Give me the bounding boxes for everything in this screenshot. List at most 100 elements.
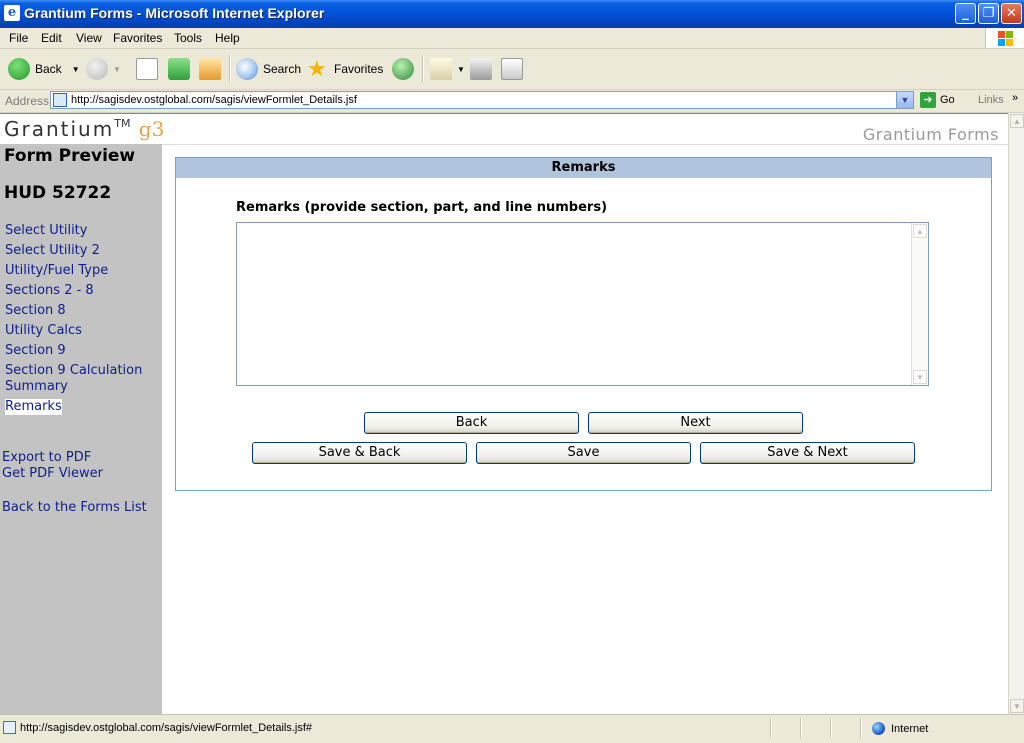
sidebar-item-section-9-summary[interactable]: Section 9 Calculation Summary [5, 363, 160, 395]
go-label: Go [940, 94, 955, 106]
scroll-down-icon[interactable]: ▼ [1010, 699, 1024, 713]
sidebar-item-select-utility-2[interactable]: Select Utility 2 [5, 243, 160, 259]
menu-edit[interactable]: Edit [41, 31, 62, 45]
favorites-button[interactable]: ★ Favorites [307, 57, 383, 81]
page-icon [53, 93, 67, 107]
menu-favorites[interactable]: Favorites [113, 31, 162, 45]
page-header: GrantiumTM g3 Grantium Forms [0, 114, 1008, 145]
save-back-button[interactable]: Save & Back [252, 442, 467, 464]
search-icon [236, 58, 258, 80]
scroll-up-icon[interactable]: ▲ [1010, 114, 1024, 128]
minimize-button[interactable]: _ [955, 3, 976, 24]
history-button[interactable] [392, 57, 419, 81]
logo-g3: g3 [138, 117, 165, 141]
back-to-forms-list-link[interactable]: Back to the Forms List [2, 500, 147, 515]
brand-title: Grantium Forms [862, 125, 999, 144]
status-divider [860, 718, 862, 738]
menu-view[interactable]: View [76, 31, 102, 45]
zone-label: Internet [891, 722, 929, 735]
logo-text: Grantium [4, 117, 115, 141]
scroll-up-icon[interactable]: ▲ [913, 224, 927, 238]
favorites-label: Favorites [334, 62, 384, 76]
forward-dropdown-icon[interactable]: ▼ [113, 65, 121, 74]
back-button[interactable]: Back ▼ [8, 57, 80, 81]
back-arrow-icon [8, 58, 30, 80]
search-label: Search [263, 62, 302, 76]
page-content: GrantiumTM g3 Grantium Forms Form Previe… [0, 113, 1008, 715]
mail-button[interactable]: ▼ [430, 57, 465, 81]
save-button[interactable]: Save [476, 442, 691, 464]
maximize-button[interactable]: ❐ [978, 3, 999, 24]
grantium-logo: GrantiumTM g3 [4, 117, 164, 141]
menu-bar: File Edit View Favorites Tools Help [0, 28, 1024, 49]
status-bar: http://sagisdev.ostglobal.com/sagis/view… [0, 714, 1024, 743]
stop-icon [136, 58, 158, 80]
toolbar-separator [229, 55, 231, 83]
sidebar-item-select-utility[interactable]: Select Utility [5, 223, 160, 239]
scroll-down-icon[interactable]: ▼ [913, 370, 927, 384]
forward-button[interactable]: ▼ [86, 57, 121, 81]
toolbar-separator [422, 55, 424, 83]
close-button[interactable]: ✕ [1001, 3, 1022, 24]
menu-help[interactable]: Help [215, 31, 240, 45]
sidebar-title: Form Preview [4, 146, 136, 166]
textarea-scrollbar[interactable]: ▲ ▼ [911, 223, 928, 385]
print-icon [470, 58, 492, 80]
remarks-textarea[interactable]: ▲ ▼ [236, 222, 929, 386]
get-pdf-viewer-link[interactable]: Get PDF Viewer [2, 466, 103, 481]
links-bar[interactable]: Links [978, 94, 1004, 106]
next-button[interactable]: Next [588, 412, 803, 434]
status-divider [830, 718, 832, 738]
edit-page-icon [501, 58, 523, 80]
mail-icon [430, 58, 452, 80]
edit-button[interactable] [501, 57, 528, 81]
sidebar-item-section-9[interactable]: Section 9 [5, 343, 160, 359]
remarks-panel: Remarks Remarks (provide section, part, … [175, 157, 992, 491]
refresh-button[interactable] [168, 57, 195, 81]
window-title: Grantium Forms - Microsoft Internet Expl… [24, 5, 325, 21]
browser-toolbar: Back ▼ ▼ Search ★ Favorites ▼ [0, 49, 1024, 90]
print-button[interactable] [470, 57, 497, 81]
window-title-bar: e Grantium Forms - Microsoft Internet Ex… [0, 0, 1024, 28]
logo-tm: TM [114, 117, 131, 130]
remarks-field-label: Remarks (provide section, part, and line… [236, 200, 608, 215]
sidebar-item-utility-calcs[interactable]: Utility Calcs [5, 323, 160, 339]
sidebar-item-sections-2-8[interactable]: Sections 2 - 8 [5, 283, 160, 299]
history-icon [392, 58, 414, 80]
panel-header: Remarks [176, 158, 991, 178]
internet-globe-icon [872, 722, 885, 735]
address-bar: Address http://sagisdev.ostglobal.com/sa… [0, 90, 1024, 113]
ie-app-icon[interactable]: e [4, 5, 20, 21]
form-id: HUD 52722 [4, 183, 112, 203]
search-button[interactable]: Search [236, 57, 301, 81]
page-status-icon [3, 721, 16, 734]
favorites-star-icon: ★ [307, 56, 327, 81]
export-pdf-link[interactable]: Export to PDF [2, 450, 91, 465]
save-next-button[interactable]: Save & Next [700, 442, 915, 464]
home-icon [199, 58, 221, 80]
address-url: http://sagisdev.ostglobal.com/sagis/view… [71, 94, 357, 106]
sidebar-item-section-8[interactable]: Section 8 [5, 303, 160, 319]
back-form-button[interactable]: Back [364, 412, 579, 434]
go-button[interactable]: ➜ Go [920, 92, 955, 108]
stop-button[interactable] [136, 57, 163, 81]
sidebar-item-remarks[interactable]: Remarks [5, 399, 62, 415]
back-label: Back [35, 62, 62, 76]
security-zone: Internet [872, 722, 928, 735]
status-divider [800, 718, 802, 738]
menu-tools[interactable]: Tools [174, 31, 202, 45]
sidebar: Form Preview HUD 52722 Select Utility Se… [0, 144, 162, 715]
address-input[interactable]: http://sagisdev.ostglobal.com/sagis/view… [50, 91, 914, 109]
refresh-icon [168, 58, 190, 80]
status-divider [770, 718, 772, 738]
status-url: http://sagisdev.ostglobal.com/sagis/view… [20, 722, 313, 734]
home-button[interactable] [199, 57, 226, 81]
chevron-right-icon[interactable]: » [1012, 92, 1018, 104]
forward-arrow-icon [86, 58, 108, 80]
sidebar-item-utility-fuel-type[interactable]: Utility/Fuel Type [5, 263, 160, 279]
menu-file[interactable]: File [9, 31, 28, 45]
back-dropdown-icon[interactable]: ▼ [72, 65, 80, 74]
page-scrollbar[interactable]: ▲ ▼ [1008, 113, 1024, 714]
address-dropdown-icon[interactable]: ▼ [896, 92, 913, 108]
mail-dropdown-icon[interactable]: ▼ [457, 65, 465, 74]
